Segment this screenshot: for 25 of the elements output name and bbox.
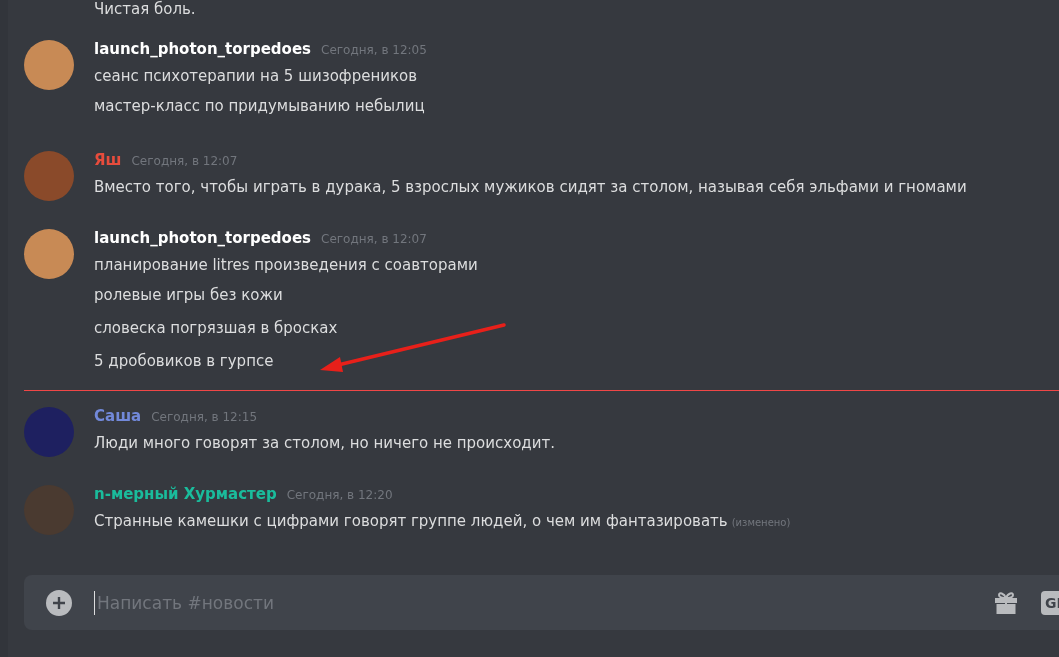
message-text: Вместо того, чтобы играть в дурака, 5 взрослых мужиков сидят за столом, называя себя эльфами и гномами bbox=[94, 177, 967, 198]
avatar-placeholder[interactable] bbox=[24, 229, 74, 279]
message-text: Чистая боль. bbox=[94, 0, 197, 18]
timestamp: Сегодня, в 12:15 bbox=[151, 410, 258, 424]
author-name[interactable]: n-мерный Хурмастер bbox=[94, 485, 277, 503]
timestamp: Сегодня, в 12:20 bbox=[286, 488, 393, 502]
edited-label: (изменено) bbox=[731, 517, 791, 528]
author-name[interactable]: Яш bbox=[94, 151, 122, 169]
message-text: планирование litres произведения с соавторами bbox=[94, 255, 478, 276]
message-text: мастер-класс по придумыванию небылиц bbox=[94, 96, 426, 117]
message-text: сеанс психотерапии на 5 шизофреников bbox=[94, 66, 418, 87]
author-name[interactable]: Саша bbox=[94, 407, 142, 425]
message-text: словеска погрязшая в бросках bbox=[94, 318, 339, 339]
message-text: 5 дробовиков в гурпсе bbox=[94, 351, 275, 372]
timestamp: Сегодня, в 12:05 bbox=[321, 43, 427, 57]
timestamp: Сегодня, в 12:07 bbox=[321, 232, 427, 246]
author-name[interactable]: launch_photon_torpedoes bbox=[94, 40, 311, 58]
gift-icon[interactable] bbox=[993, 589, 1019, 616]
message-text: Странные камешки с цифрами говорят группе людей, о чем им фантазировать (изменено) bbox=[94, 511, 791, 532]
avatar-placeholder[interactable] bbox=[24, 40, 74, 90]
author-name[interactable]: launch_photon_torpedoes bbox=[94, 229, 311, 247]
add-attachment-icon[interactable] bbox=[46, 589, 72, 616]
timestamp: Сегодня, в 12:07 bbox=[131, 154, 238, 168]
message-text: Люди много говорят за столом, но ничего не происходит. bbox=[94, 433, 555, 454]
message-text: ролевые игры без кожи bbox=[94, 285, 284, 306]
